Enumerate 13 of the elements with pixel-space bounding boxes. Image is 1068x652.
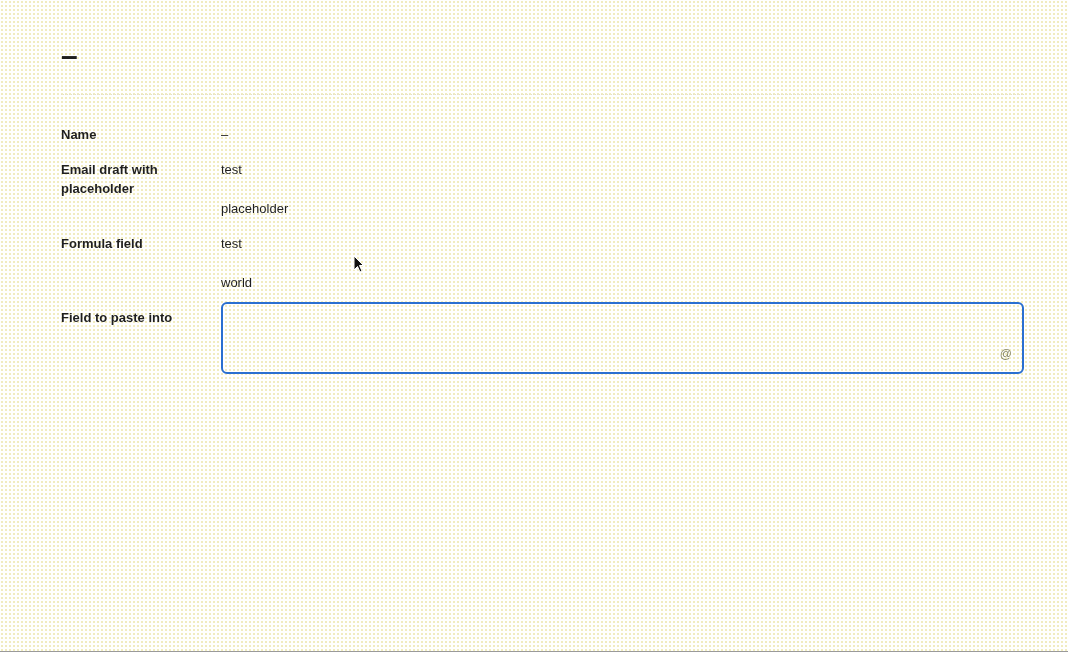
field-value: placeholder [221, 200, 289, 218]
field-value: world [221, 274, 253, 292]
field-label: Email draft with placeholder [61, 161, 159, 198]
field-label: Field to paste into [61, 309, 173, 327]
mention-button[interactable]: @ [999, 345, 1012, 364]
field-label: Formula field [61, 235, 143, 253]
field-label: Name [61, 126, 97, 144]
pointer-icon [353, 255, 364, 273]
field-value: test [221, 235, 242, 253]
field-value: – [221, 126, 229, 144]
text-area[interactable]: @ [221, 302, 1024, 374]
page-title: – [61, 38, 78, 74]
field-value: test [221, 161, 242, 179]
